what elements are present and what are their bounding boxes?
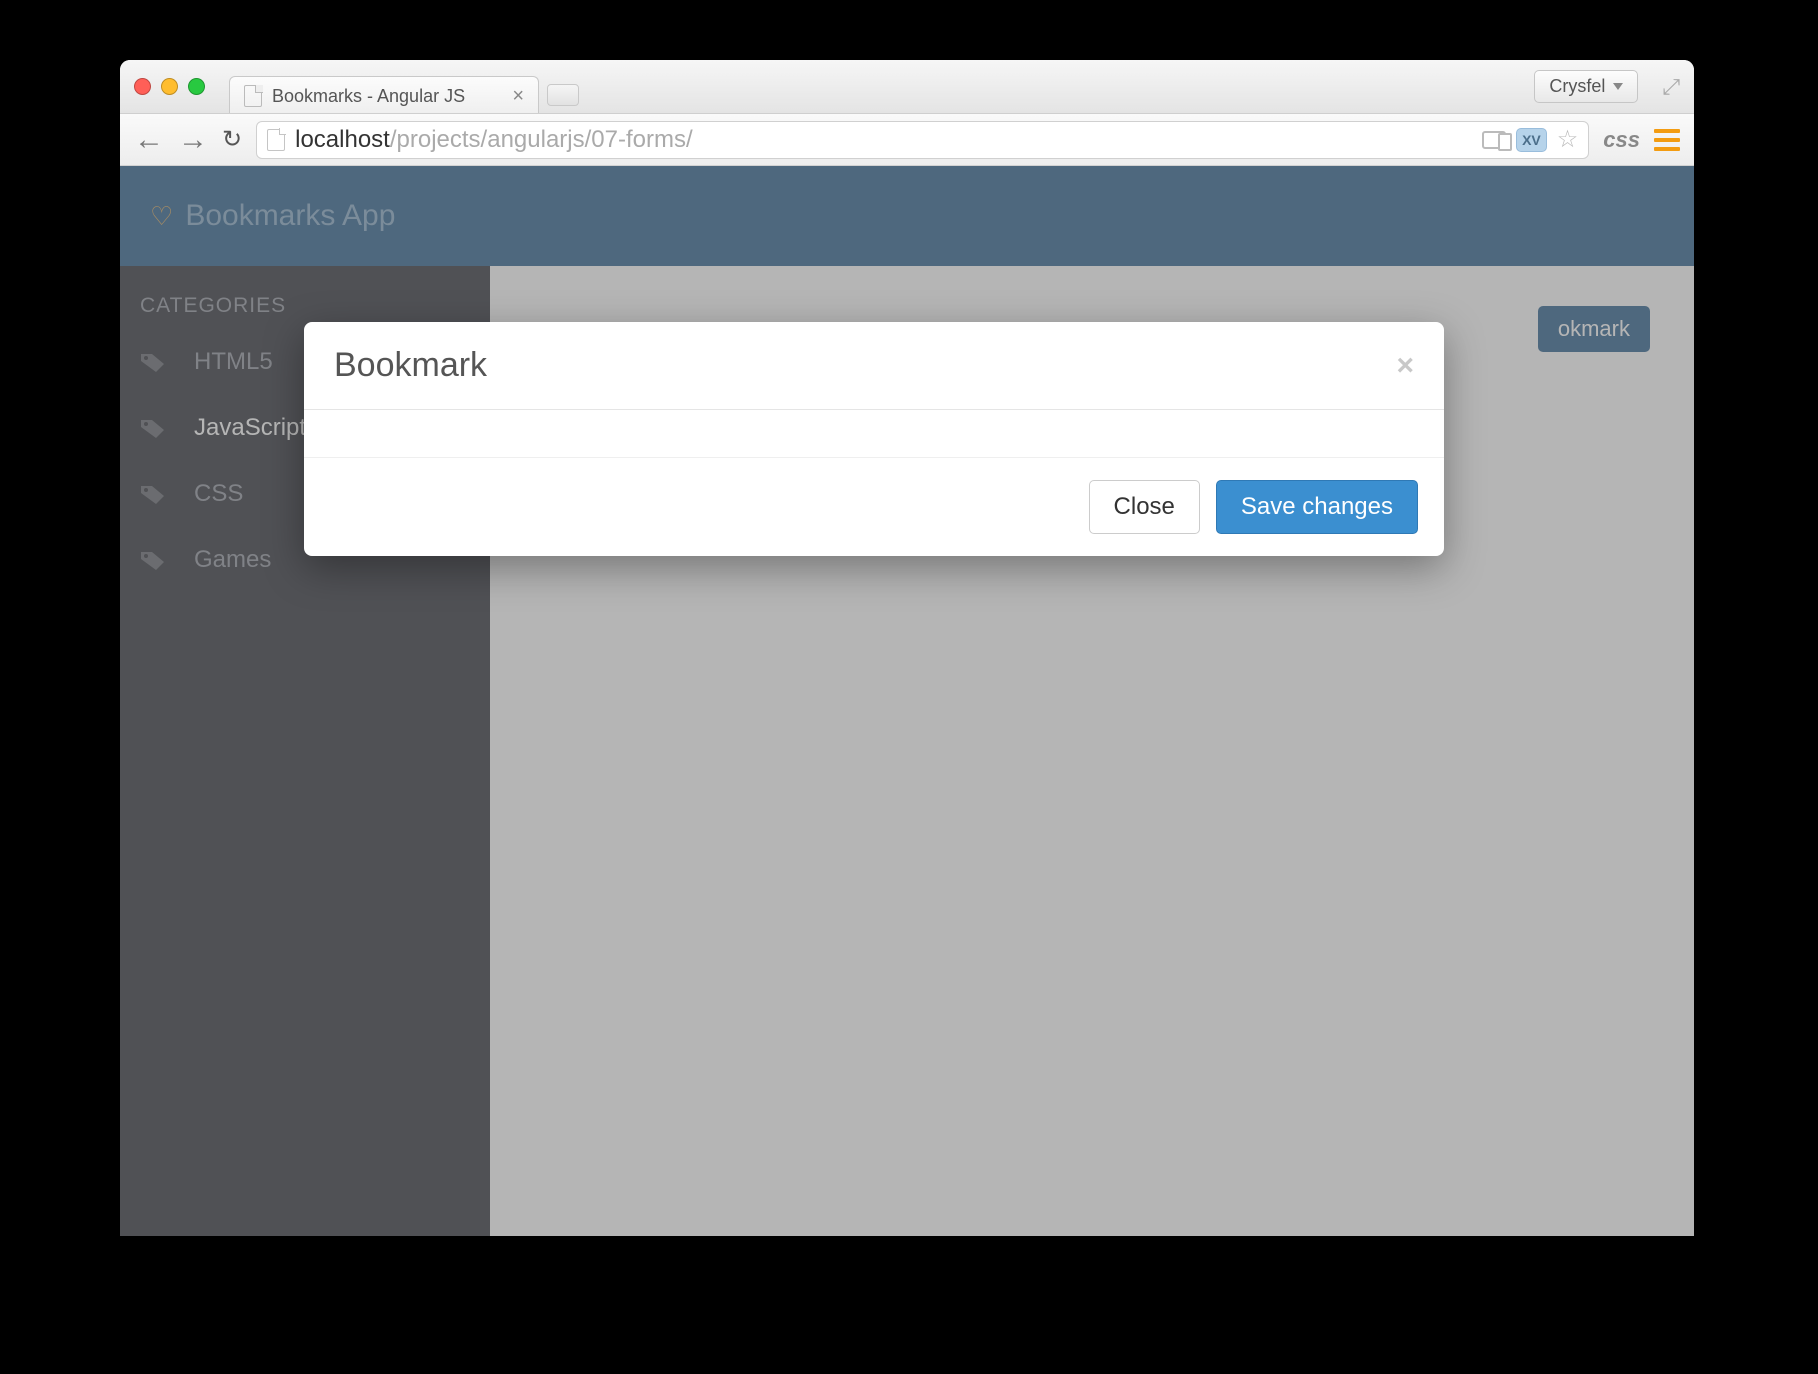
- user-profile-button[interactable]: Crysfel: [1534, 70, 1638, 103]
- url-path: /projects/angularjs/07-forms/: [390, 126, 693, 153]
- back-button[interactable]: ←: [134, 123, 164, 157]
- browser-tab[interactable]: Bookmarks - Angular JS ×: [229, 76, 539, 113]
- bookmark-star-icon[interactable]: ☆: [1557, 125, 1579, 154]
- page-icon: [244, 85, 262, 107]
- modal-title: Bookmark: [334, 346, 487, 385]
- save-changes-button[interactable]: Save changes: [1216, 480, 1418, 534]
- close-button[interactable]: Close: [1089, 480, 1200, 534]
- hamburger-menu-icon[interactable]: [1654, 129, 1680, 151]
- omnibox-actions: XV ☆: [1482, 125, 1578, 154]
- browser-navbar: ← → ↻ localhost/projects/angularjs/07-fo…: [120, 114, 1694, 166]
- xv-extension-icon[interactable]: XV: [1516, 128, 1547, 152]
- fullscreen-icon[interactable]: ⤢: [1662, 74, 1680, 100]
- browser-window: Bookmarks - Angular JS × Crysfel ⤢ ← → ↻…: [120, 60, 1694, 1236]
- bookmark-modal: Bookmark × Close Save changes: [304, 322, 1444, 556]
- modal-header: Bookmark ×: [304, 322, 1444, 410]
- close-tab-icon[interactable]: ×: [512, 86, 524, 106]
- reload-button[interactable]: ↻: [222, 125, 242, 154]
- close-icon[interactable]: ×: [1396, 351, 1414, 381]
- url-text: localhost/projects/angularjs/07-forms/: [295, 126, 693, 154]
- zoom-window-icon[interactable]: [188, 78, 205, 95]
- window-titlebar: Bookmarks - Angular JS × Crysfel ⤢: [120, 60, 1694, 114]
- new-tab-button[interactable]: [547, 84, 579, 106]
- viewport: ♡ Bookmarks App CATEGORIES HTML5: [120, 166, 1694, 1236]
- devices-icon[interactable]: [1482, 131, 1506, 149]
- tab-title: Bookmarks - Angular JS: [272, 86, 465, 107]
- user-name: Crysfel: [1549, 76, 1605, 97]
- css-extension-icon[interactable]: css: [1603, 127, 1640, 153]
- forward-button[interactable]: →: [178, 123, 208, 157]
- address-bar[interactable]: localhost/projects/angularjs/07-forms/ X…: [256, 121, 1589, 159]
- minimize-window-icon[interactable]: [161, 78, 178, 95]
- site-icon: [267, 129, 285, 151]
- chevron-down-icon: [1613, 83, 1623, 90]
- close-window-icon[interactable]: [134, 78, 151, 95]
- url-host: localhost: [295, 126, 390, 153]
- window-controls: [134, 78, 205, 95]
- modal-footer: Close Save changes: [304, 458, 1444, 556]
- modal-body: [304, 410, 1444, 458]
